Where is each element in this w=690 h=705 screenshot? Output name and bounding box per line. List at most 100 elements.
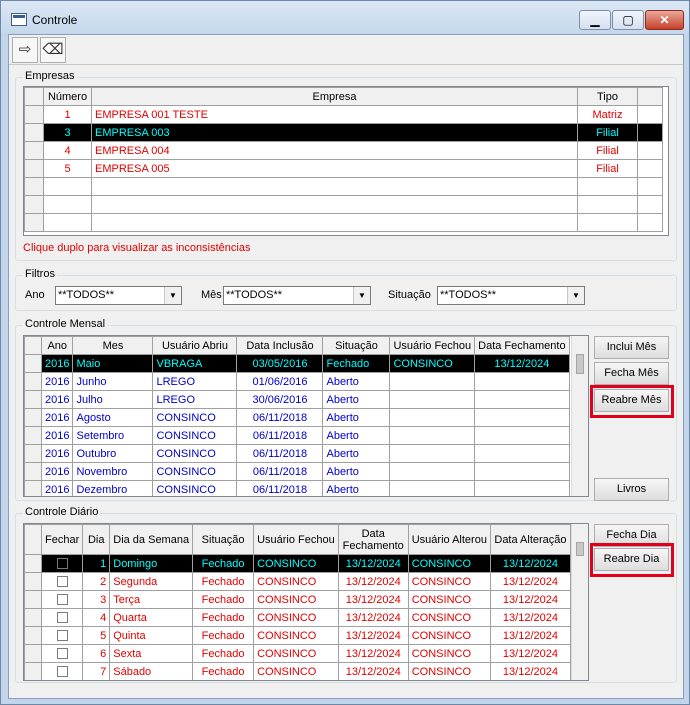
situacao-select[interactable]: **TODOS** ▼ (437, 286, 585, 305)
row-indicator (24, 554, 42, 573)
reabre-dia-button[interactable]: Reabre Dia (594, 548, 669, 571)
clear-button[interactable]: ⌫ (40, 37, 66, 63)
table-row[interactable]: 3 EMPRESA 003 Filial (24, 123, 663, 142)
empty-cell (637, 195, 663, 214)
exit-button[interactable]: ⇨ (12, 37, 38, 63)
fechar-checkbox[interactable] (56, 648, 68, 660)
cell-tipo: Matriz (577, 105, 638, 124)
col-mes[interactable]: Mes (72, 336, 154, 355)
table-row[interactable]: 6 Sexta Fechado CONSINCO 13/12/2024 CONSINCO 1… (24, 644, 571, 663)
fechar-checkbox[interactable] (56, 630, 68, 642)
table-row[interactable]: 1 EMPRESA 001 TESTE Matriz (24, 105, 663, 124)
cell-ano: 2016 (40, 390, 74, 409)
mensal-table: Ano Mes Usuário Abriu Data Inclusão Situ… (24, 336, 570, 496)
col-fechar[interactable]: Fechar (40, 524, 84, 555)
table-row[interactable]: 4 EMPRESA 004 Filial (24, 141, 663, 160)
situacao-label: Situação (388, 289, 431, 301)
col-situacao[interactable]: Situação (322, 336, 391, 355)
table-row[interactable]: 5 EMPRESA 005 Filial (24, 159, 663, 178)
cell-mes: Dezembro (72, 480, 154, 496)
diario-grid[interactable]: Fechar Dia Dia da Semana Situação Usuári… (23, 523, 589, 681)
fechar-checkbox[interactable] (56, 612, 68, 624)
col-empresa[interactable]: Empresa (91, 87, 578, 106)
table-row[interactable]: 2016 Outubro CONSINCO 06/11/2018 Aberto (24, 444, 570, 463)
row-indicator (24, 354, 42, 373)
livros-button[interactable]: Livros (594, 478, 669, 501)
col-situacao[interactable]: Situação (192, 524, 255, 555)
cell-usuario-fechou: CONSINCO (253, 626, 339, 645)
mes-select[interactable]: **TODOS** ▼ (223, 286, 371, 305)
cell-tipo: Filial (577, 141, 638, 160)
cell-situacao: Aberto (322, 462, 391, 481)
cell-dia: 4 (82, 608, 111, 627)
cell-fechar (40, 572, 84, 591)
table-row[interactable]: 2016 Junho LREGO 01/06/2016 Aberto (24, 372, 570, 391)
table-row[interactable]: 2016 Setembro CONSINCO 06/11/2018 Aberto (24, 426, 570, 445)
cell-situacao: Aberto (322, 426, 391, 445)
col-data-inclusao[interactable]: Data Inclusão (236, 336, 324, 355)
scroll-thumb[interactable] (576, 542, 584, 556)
cell-data-alteracao: 13/12/2024 (489, 572, 571, 591)
col-data-fechamento[interactable]: Data Fechamento (337, 524, 409, 555)
row-indicator (24, 213, 44, 232)
empty-cell (577, 213, 638, 232)
fechar-checkbox[interactable] (56, 666, 68, 678)
row-indicator (24, 408, 42, 427)
empty-cell (637, 177, 663, 196)
col-usuario-fechou[interactable]: Usuário Fechou (253, 524, 339, 555)
cell-data-fechamento (474, 390, 570, 409)
fecha-mes-button[interactable]: Fecha Mês (594, 362, 669, 385)
cell-mes: Outubro (72, 444, 154, 463)
table-row[interactable]: 2016 Maio VBRAGA 03/05/2016 Fechado CONSINCO 1… (24, 354, 570, 373)
cell-usuario-alterou: CONSINCO (407, 554, 491, 573)
col-data-fechamento[interactable]: Data Fechamento (474, 336, 570, 355)
table-row[interactable]: 2016 Agosto CONSINCO 06/11/2018 Aberto (24, 408, 570, 427)
mensal-scrollbar[interactable] (571, 336, 588, 496)
table-row[interactable]: 4 Quarta Fechado CONSINCO 13/12/2024 CONSINCO… (24, 608, 571, 627)
maximize-button[interactable]: ▢ (612, 10, 644, 30)
table-row[interactable]: 5 Quinta Fechado CONSINCO 13/12/2024 CONSINCO… (24, 626, 571, 645)
minimize-button[interactable]: ▁ (579, 10, 611, 30)
cell-numero: 5 (43, 159, 92, 178)
cell-data-fechamento: 13/12/2024 (337, 662, 409, 680)
close-button[interactable]: ✕ (645, 10, 684, 30)
mensal-grid[interactable]: Ano Mes Usuário Abriu Data Inclusão Situ… (23, 335, 589, 497)
row-indicator (24, 644, 42, 663)
table-row[interactable]: 3 Terça Fechado CONSINCO 13/12/2024 CONSINCO 1… (24, 590, 571, 609)
table-row[interactable]: 2016 Julho LREGO 30/06/2016 Aberto (24, 390, 570, 409)
toolbar: ⇨ ⌫ (9, 35, 683, 65)
col-dia-semana[interactable]: Dia da Semana (109, 524, 194, 555)
col-ano[interactable]: Ano (40, 336, 74, 355)
table-row[interactable]: 1 Domingo Fechado CONSINCO 13/12/2024 CONSINC… (24, 554, 571, 573)
fechar-checkbox[interactable] (56, 576, 68, 588)
row-indicator (24, 572, 42, 591)
col-usuario-fechou[interactable]: Usuário Fechou (389, 336, 476, 355)
scroll-thumb[interactable] (576, 354, 584, 374)
table-row[interactable]: 2016 Novembro CONSINCO 06/11/2018 Aberto (24, 462, 570, 481)
col-usuario-alterou[interactable]: Usuário Alterou (407, 524, 491, 555)
cell-dia-semana: Quarta (109, 608, 194, 627)
table-row[interactable]: 2016 Dezembro CONSINCO 06/11/2018 Aberto (24, 480, 570, 496)
col-usuario-abriu[interactable]: Usuário Abriu (152, 336, 238, 355)
client-area: ⇨ ⌫ Empresas Número Empresa Tipo 1 EMPRE… (8, 34, 684, 699)
col-dia[interactable]: Dia (82, 524, 111, 555)
ano-select[interactable]: **TODOS** ▼ (55, 286, 182, 305)
diario-scrollbar[interactable] (571, 524, 588, 680)
empresas-grid[interactable]: Número Empresa Tipo 1 EMPRESA 001 TESTE Ma… (23, 86, 669, 236)
fechar-checkbox[interactable] (56, 594, 68, 606)
col-tipo[interactable]: Tipo (577, 87, 638, 106)
cell-usuario-fechou (389, 480, 476, 496)
col-numero[interactable]: Número (43, 87, 92, 106)
inclui-mes-button[interactable]: Inclui Mês (594, 336, 669, 359)
row-indicator (24, 480, 42, 496)
col-data-alteracao[interactable]: Data Alteração (489, 524, 571, 555)
reabre-mes-button[interactable]: Reabre Mês (594, 389, 669, 412)
cell-data-inclusao: 06/11/2018 (236, 480, 324, 496)
cell-dia-semana: Sábado (109, 662, 194, 680)
title-bar[interactable]: Controle ▁ ▢ ✕ (1, 1, 689, 33)
diario-header-row: Fechar Dia Dia da Semana Situação Usuári… (24, 524, 571, 555)
cell-dia: 1 (82, 554, 111, 573)
table-row[interactable]: 7 Sábado Fechado CONSINCO 13/12/2024 CONSINCO… (24, 662, 571, 680)
table-row[interactable]: 2 Segunda Fechado CONSINCO 13/12/2024 CONSINC… (24, 572, 571, 591)
fechar-checkbox[interactable] (56, 558, 68, 570)
